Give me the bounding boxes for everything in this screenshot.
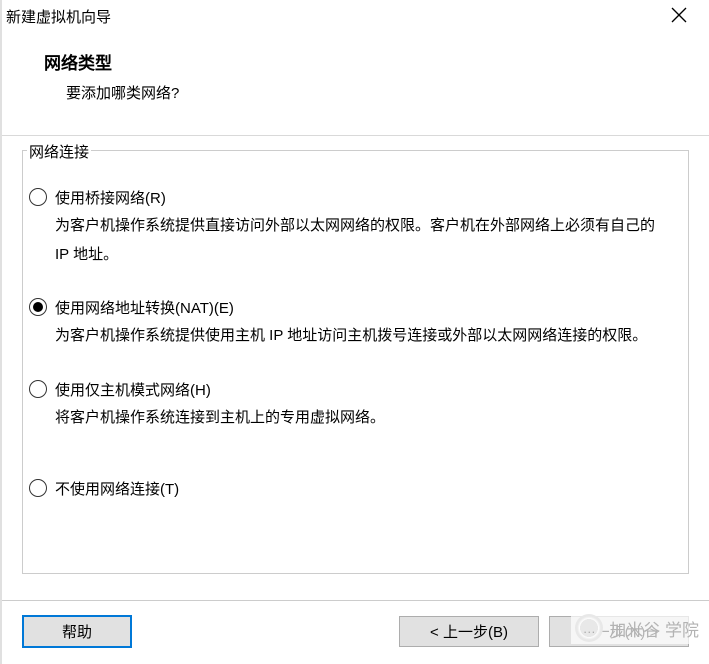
page-title: 网络类型 (44, 49, 697, 74)
help-button[interactable]: 帮助 (22, 615, 132, 648)
window-title: 新建虚拟机向导 (6, 6, 111, 27)
watermark-text: 加米谷 学院 (609, 616, 699, 641)
close-icon[interactable] (671, 7, 687, 23)
radio-icon (29, 479, 47, 497)
watermark-icon: … (575, 614, 603, 642)
group-legend: 网络连接 (27, 141, 91, 162)
page-subtitle: 要添加哪类网络? (44, 82, 697, 103)
radio-icon (29, 380, 47, 398)
watermark: … 加米谷 学院 (571, 612, 703, 644)
radio-icon (29, 298, 47, 316)
radio-description: 为客户机操作系统提供直接访问外部以太网网络的权限。客户机在外部网络上必须有自己的… (55, 212, 670, 269)
radio-description: 为客户机操作系统提供使用主机 IP 地址访问主机拨号连接或外部以太网网络连接的权… (55, 322, 670, 351)
network-connection-group: 网络连接 使用桥接网络(R) 为客户机操作系统提供直接访问外部以太网网络的权限。… (22, 150, 689, 574)
radio-label: 使用网络地址转换(NAT)(E) (55, 297, 234, 318)
back-button[interactable]: < 上一步(B) (399, 616, 539, 647)
wizard-header: 网络类型 要添加哪类网络? (2, 31, 709, 121)
radio-label: 使用桥接网络(R) (55, 187, 166, 208)
radio-option-hostonly[interactable]: 使用仅主机模式网络(H) (29, 379, 670, 400)
radio-option-bridged[interactable]: 使用桥接网络(R) (29, 187, 670, 208)
radio-label: 不使用网络连接(T) (55, 478, 179, 499)
header-separator (2, 135, 709, 136)
titlebar: 新建虚拟机向导 (2, 0, 709, 31)
radio-option-none[interactable]: 不使用网络连接(T) (29, 478, 670, 499)
radio-description: 将客户机操作系统连接到主机上的专用虚拟网络。 (55, 404, 670, 433)
radio-icon (29, 188, 47, 206)
radio-option-nat[interactable]: 使用网络地址转换(NAT)(E) (29, 297, 670, 318)
radio-label: 使用仅主机模式网络(H) (55, 379, 211, 400)
